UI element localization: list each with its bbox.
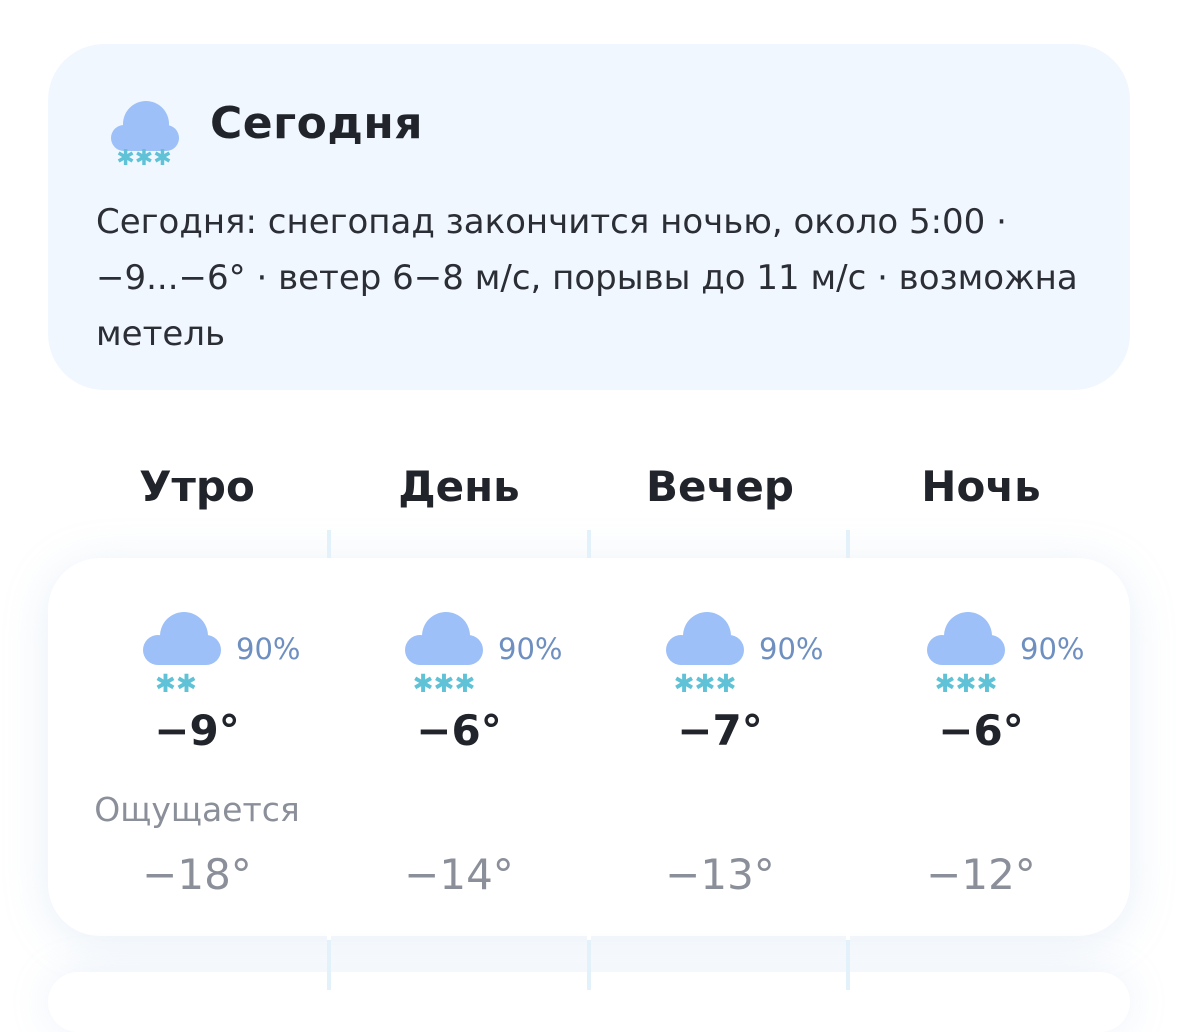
precipitation-probability: 90% — [498, 632, 563, 666]
temperature: −7° — [677, 706, 763, 755]
cloud-light-snow-icon: ✱✱ — [143, 612, 221, 694]
feels-like-temperature: −18° — [142, 850, 252, 899]
svg-text:✱✱✱: ✱✱✱ — [674, 669, 737, 694]
feels-like-temperature: −13° — [665, 850, 775, 899]
cloud-snow-icon: ✱✱✱ — [405, 612, 483, 694]
period-morning: Утро ✱✱ 90% −9° Ощущается −18° — [66, 0, 328, 990]
feels-like-temperature: −14° — [404, 850, 514, 899]
precipitation-probability: 90% — [1020, 632, 1085, 666]
feels-like-label: Ощущается — [94, 790, 300, 829]
period-name: Ночь — [921, 462, 1041, 511]
period-night: Ночь ✱✱✱ 90% −6° −12° — [850, 0, 1112, 990]
svg-text:✱✱✱: ✱✱✱ — [413, 669, 476, 694]
cloud-snow-icon: ✱✱✱ — [666, 612, 744, 694]
period-evening: Вечер ✱✱✱ 90% −7° −13° — [589, 0, 851, 990]
svg-text:✱✱: ✱✱ — [155, 669, 197, 694]
temperature: −6° — [938, 706, 1024, 755]
temperature: −9° — [154, 706, 240, 755]
precipitation-probability: 90% — [759, 632, 824, 666]
cloud-snow-icon: ✱✱✱ — [927, 612, 1005, 694]
temperature: −6° — [416, 706, 502, 755]
feels-like-temperature: −12° — [926, 850, 1036, 899]
period-day: День ✱✱✱ 90% −6° −14° — [328, 0, 590, 990]
period-name: Вечер — [646, 462, 794, 511]
period-name: День — [398, 462, 520, 511]
svg-text:✱✱✱: ✱✱✱ — [935, 669, 998, 694]
precipitation-probability: 90% — [236, 632, 301, 666]
period-name: Утро — [139, 462, 255, 511]
